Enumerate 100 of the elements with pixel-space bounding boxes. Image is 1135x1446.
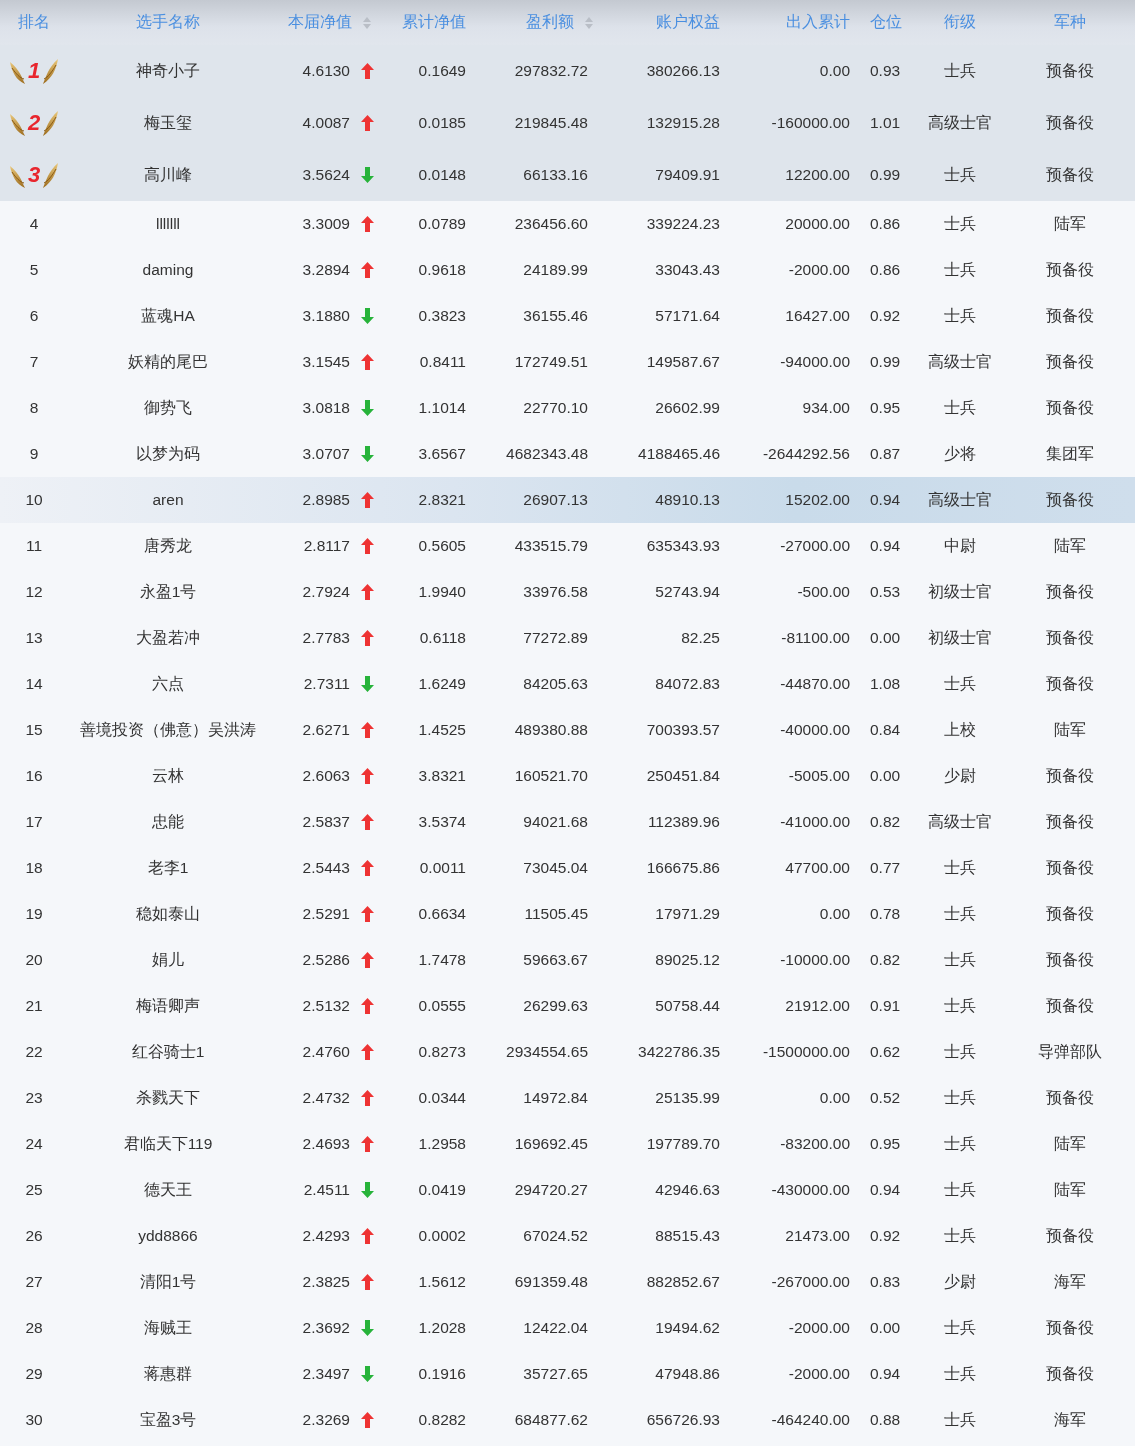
account-equity: 882852.67 <box>646 1273 720 1291</box>
position-ratio: 0.94 <box>870 491 901 509</box>
rank-title: 士兵 <box>944 1179 976 1200</box>
inflow-outflow: 12200.00 <box>785 166 850 184</box>
service-branch: 海军 <box>1054 1271 1086 1292</box>
column-header: 排名 <box>18 12 50 32</box>
player-name: 红谷骑士1 <box>131 1041 205 1062</box>
account-equity: 19494.62 <box>655 1319 720 1337</box>
position-ratio: 0.95 <box>870 1135 901 1153</box>
position-ratio: 0.53 <box>870 583 901 601</box>
cumulative-value: 0.3823 <box>418 307 466 325</box>
player-name: 云林 <box>152 765 184 786</box>
sort-icon[interactable] <box>584 15 594 30</box>
cumulative-value: 0.0185 <box>418 114 466 132</box>
position-ratio: 0.77 <box>870 859 901 877</box>
profit-amount: 66133.16 <box>523 166 588 184</box>
inflow-outflow: 47700.00 <box>785 859 850 877</box>
service-branch: 预备役 <box>1046 1087 1094 1108</box>
table-row[interactable]: 2 梅玉玺 4.0087 0.0185 219845.48 132915.28 -160000.00 1.01 高级士官 预备役 <box>0 97 1135 149</box>
position-ratio: 0.88 <box>870 1411 901 1429</box>
cumulative-value: 0.0555 <box>418 997 466 1015</box>
player-name: 梅语卿声 <box>136 995 200 1016</box>
inflow-outflow: -500.00 <box>797 583 850 601</box>
account-equity: 700393.57 <box>646 721 720 739</box>
cumulative-value: 3.8321 <box>418 767 466 785</box>
account-equity: 26602.99 <box>655 399 720 417</box>
profit-amount: 24189.99 <box>523 261 588 279</box>
service-branch: 预备役 <box>1046 112 1094 133</box>
net-value: 3.3009 <box>302 215 350 233</box>
player-name: 以梦为码 <box>136 443 200 464</box>
net-value: 2.3497 <box>302 1365 350 1383</box>
table-row[interactable]: 1 神奇小子 4.6130 0.1649 297832.72 380266.13 0.00 0.93 士兵 预备役 <box>0 45 1135 97</box>
position-ratio: 0.84 <box>870 721 901 739</box>
service-branch: 预备役 <box>1046 305 1094 326</box>
cumulative-value: 0.6118 <box>419 629 466 647</box>
inflow-outflow: -2000.00 <box>788 1365 850 1383</box>
account-equity: 166675.86 <box>646 859 720 877</box>
profit-amount: 94021.68 <box>523 813 588 831</box>
profit-amount: 11505.45 <box>524 905 588 923</box>
inflow-outflow: -267000.00 <box>771 1273 850 1291</box>
table-row[interactable]: 3 高川峰 3.5624 0.0148 66133.16 79409.91 12200.00 0.99 士兵 预备役 <box>0 149 1135 201</box>
player-name: 善境投资（佛意）吴洪涛 <box>80 719 256 740</box>
player-name: ydd8866 <box>138 1227 198 1245</box>
net-value: 2.4760 <box>302 1043 350 1061</box>
account-equity: 82.25 <box>681 629 720 647</box>
service-branch: 陆军 <box>1054 1179 1086 1200</box>
player-name: 忠能 <box>152 811 184 832</box>
position-ratio: 0.86 <box>870 261 901 279</box>
rank-title: 士兵 <box>944 164 976 185</box>
position-ratio: 0.93 <box>870 62 901 80</box>
selected-row[interactable]: 10 aren 2.8985 2.8321 26907.13 48910.13 15202.00 0.94 高级士官 预备役 <box>0 477 1135 523</box>
rank-title: 士兵 <box>944 673 976 694</box>
position-ratio: 0.82 <box>870 813 901 831</box>
net-value: 2.4293 <box>302 1227 350 1245</box>
account-equity: 656726.93 <box>646 1411 720 1429</box>
net-value: 2.7783 <box>302 629 350 647</box>
net-value: 3.0707 <box>302 445 350 463</box>
player-name: daming <box>142 261 194 279</box>
profit-amount: 160521.70 <box>514 767 588 785</box>
player-name: 永盈1号 <box>139 581 197 602</box>
profit-amount: 73045.04 <box>523 859 588 877</box>
rank-title: 初级士官 <box>928 581 992 602</box>
profit-amount: 67024.52 <box>523 1227 588 1245</box>
player-name: 君临天下119 <box>123 1133 213 1154</box>
position-ratio: 0.00 <box>870 767 901 785</box>
service-branch: 预备役 <box>1046 765 1094 786</box>
player-name: 蒋惠群 <box>144 1363 192 1384</box>
service-branch: 预备役 <box>1046 811 1094 832</box>
net-value: 2.3692 <box>302 1319 350 1337</box>
service-branch: 陆军 <box>1054 719 1086 740</box>
service-branch: 预备役 <box>1046 60 1094 81</box>
position-ratio: 1.01 <box>870 114 901 132</box>
player-name: 梅玉玺 <box>144 112 192 133</box>
service-branch: 预备役 <box>1046 397 1094 418</box>
service-branch: 预备役 <box>1046 259 1094 280</box>
service-branch: 预备役 <box>1046 351 1094 372</box>
account-equity: 339224.23 <box>646 215 720 233</box>
profit-amount: 33976.58 <box>523 583 588 601</box>
profit-amount: 12422.04 <box>523 1319 588 1337</box>
player-name: 妖精的尾巴 <box>128 351 208 372</box>
rank-number: 17 <box>25 813 43 831</box>
position-ratio: 0.00 <box>870 629 901 647</box>
inflow-outflow: -430000.00 <box>771 1181 850 1199</box>
rank-number: 22 <box>25 1043 43 1061</box>
service-branch: 导弹部队 <box>1038 1041 1102 1062</box>
rank-title: 高级士官 <box>928 489 992 510</box>
rank-title: 少将 <box>944 443 976 464</box>
rank-number: 10 <box>25 491 43 509</box>
rank-title: 士兵 <box>944 1409 976 1430</box>
inflow-outflow: -94000.00 <box>780 353 850 371</box>
service-branch: 预备役 <box>1046 581 1094 602</box>
rank-title: 中尉 <box>944 535 976 556</box>
player-name: aren <box>152 491 184 509</box>
rank-number: 16 <box>25 767 43 785</box>
service-branch: 预备役 <box>1046 673 1094 694</box>
player-name: lllllll <box>155 215 181 233</box>
rank-number: 12 <box>25 583 43 601</box>
sort-icon[interactable] <box>362 15 372 30</box>
rank-title: 士兵 <box>944 1087 976 1108</box>
service-branch: 预备役 <box>1046 995 1094 1016</box>
